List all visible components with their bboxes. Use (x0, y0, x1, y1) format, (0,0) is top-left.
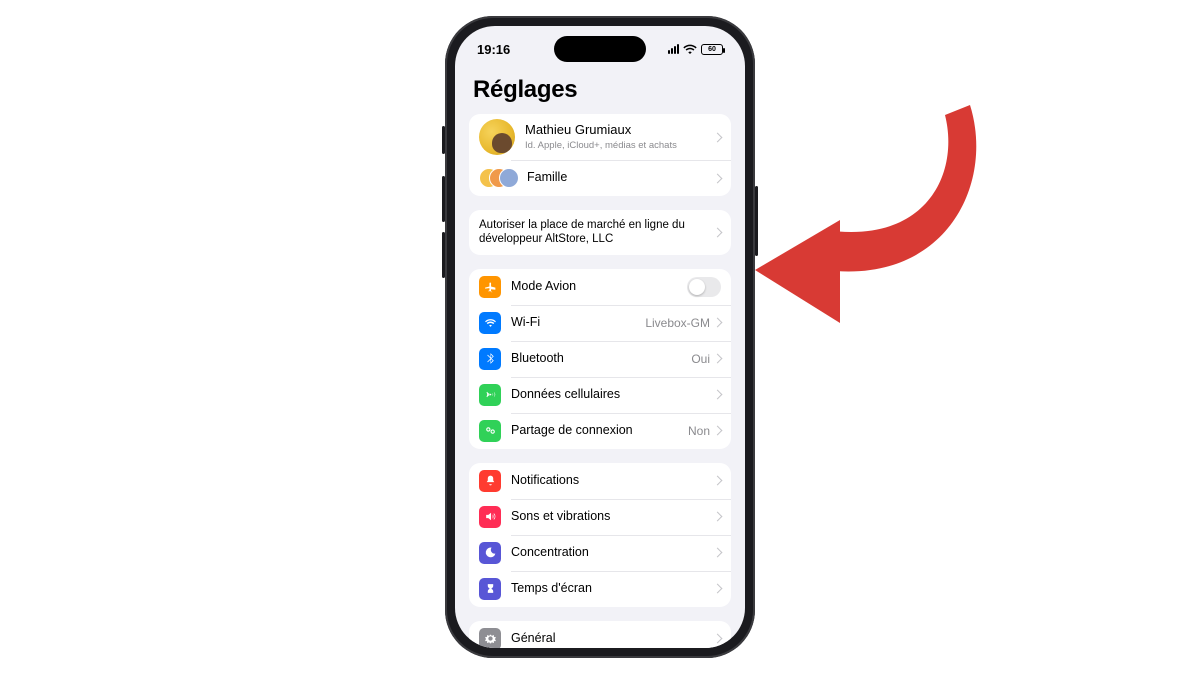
connectivity-group: Mode Avion Wi-Fi Livebox-GM Bluetooth (469, 269, 731, 449)
wifi-settings-icon (479, 312, 501, 334)
status-time: 19:16 (477, 42, 510, 57)
airplane-label: Mode Avion (511, 279, 687, 295)
chevron-right-icon (713, 132, 723, 142)
screen: 19:16 60 Réglages Mathieu Grumiaux Id. A… (455, 26, 745, 648)
cellular-icon (479, 384, 501, 406)
sounds-row[interactable]: Sons et vibrations (469, 499, 731, 535)
authorize-marketplace-row[interactable]: Autoriser la place de marché en ligne du… (469, 210, 731, 255)
focus-label: Concentration (511, 545, 714, 561)
chevron-right-icon (713, 227, 723, 237)
hotspot-value: Non (688, 424, 710, 438)
wifi-value: Livebox-GM (645, 316, 710, 330)
notifications-label: Notifications (511, 473, 714, 489)
screentime-icon (479, 578, 501, 600)
wifi-label: Wi-Fi (511, 315, 645, 331)
chevron-right-icon (713, 173, 723, 183)
account-name: Mathieu Grumiaux (525, 122, 631, 137)
dynamic-island (554, 36, 646, 62)
screentime-label: Temps d'écran (511, 581, 714, 597)
bluetooth-label: Bluetooth (511, 351, 691, 367)
account-subtitle: Id. Apple, iCloud+, médias et achats (525, 140, 714, 152)
sounds-label: Sons et vibrations (511, 509, 714, 525)
wifi-icon (683, 44, 697, 54)
chevron-right-icon (713, 584, 723, 594)
general-row[interactable]: Général (469, 621, 731, 648)
cellular-row[interactable]: Données cellulaires (469, 377, 731, 413)
chevron-right-icon (713, 634, 723, 644)
hotspot-label: Partage de connexion (511, 423, 688, 439)
chevron-right-icon (713, 476, 723, 486)
airplane-icon (479, 276, 501, 298)
focus-icon (479, 542, 501, 564)
phone-frame: 19:16 60 Réglages Mathieu Grumiaux Id. A… (445, 16, 755, 658)
bluetooth-row[interactable]: Bluetooth Oui (469, 341, 731, 377)
battery-icon: 60 (701, 44, 723, 55)
apple-id-row[interactable]: Mathieu Grumiaux Id. Apple, iCloud+, méd… (469, 114, 731, 160)
general-label: Général (511, 631, 714, 647)
hotspot-icon (479, 420, 501, 442)
hotspot-row[interactable]: Partage de connexion Non (469, 413, 731, 449)
side-button (442, 176, 445, 222)
notifications-icon (479, 470, 501, 492)
general-group: Général (469, 621, 731, 648)
chevron-right-icon (713, 318, 723, 328)
chevron-right-icon (713, 512, 723, 522)
marketplace-text: Autoriser la place de marché en ligne du… (479, 218, 714, 247)
wifi-row[interactable]: Wi-Fi Livebox-GM (469, 305, 731, 341)
system-group: Notifications Sons et vibrations Concent… (469, 463, 731, 607)
focus-row[interactable]: Concentration (469, 535, 731, 571)
family-row[interactable]: Famille (469, 160, 731, 196)
page-title: Réglages (473, 76, 731, 104)
side-button (755, 186, 758, 256)
battery-level: 60 (708, 46, 716, 53)
callout-arrow-icon (745, 75, 1005, 335)
side-button (442, 126, 445, 154)
cellular-label: Données cellulaires (511, 387, 714, 403)
avatar (479, 119, 515, 155)
family-label: Famille (527, 170, 714, 186)
airplane-toggle[interactable] (687, 277, 721, 297)
cellular-signal-icon (668, 44, 679, 54)
bluetooth-icon (479, 348, 501, 370)
screentime-row[interactable]: Temps d'écran (469, 571, 731, 607)
chevron-right-icon (713, 426, 723, 436)
sounds-icon (479, 506, 501, 528)
side-button (442, 232, 445, 278)
account-group: Mathieu Grumiaux Id. Apple, iCloud+, méd… (469, 114, 731, 196)
chevron-right-icon (713, 548, 723, 558)
notifications-row[interactable]: Notifications (469, 463, 731, 499)
family-avatars-icon (479, 166, 521, 190)
gear-icon (479, 628, 501, 648)
airplane-mode-row[interactable]: Mode Avion (469, 269, 731, 305)
chevron-right-icon (713, 354, 723, 364)
bluetooth-value: Oui (691, 352, 710, 366)
chevron-right-icon (713, 390, 723, 400)
marketplace-group: Autoriser la place de marché en ligne du… (469, 210, 731, 255)
